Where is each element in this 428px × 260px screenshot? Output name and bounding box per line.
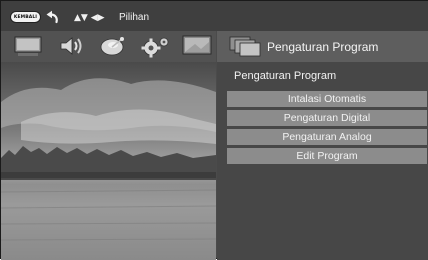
submenu-title: Pengaturan Program: [234, 70, 337, 82]
tv-preview-image: [1, 62, 216, 260]
monitor-icon[interactable]: [181, 34, 213, 58]
panel-header: Pengaturan Program: [217, 31, 428, 62]
return-arrow-icon: [46, 10, 58, 24]
speaker-icon[interactable]: [57, 34, 85, 58]
program-settings-icon: [229, 36, 261, 57]
tv-osd-screen: KEMBALI ▲▼ ◀▶ Pilihan Pengaturan Program…: [0, 0, 428, 260]
panel-title: Pengaturan Program: [267, 40, 379, 54]
satellite-dish-icon[interactable]: [98, 34, 128, 58]
back-button[interactable]: KEMBALI: [10, 11, 41, 23]
settings-gear-icon[interactable]: [140, 34, 172, 58]
navigation-arrows-icon: ▲▼ ◀▶: [74, 13, 105, 23]
menu-item-auto-install[interactable]: Intalasi Otomatis: [227, 91, 427, 107]
menu-icon-bar: [1, 31, 216, 62]
tv-icon[interactable]: [13, 34, 43, 58]
settings-menu-panel: Pengaturan Program Intalasi Otomatis Pen…: [217, 62, 428, 260]
top-bar: KEMBALI ▲▼ ◀▶ Pilihan: [1, 1, 428, 31]
select-hint-label: Pilihan: [119, 12, 150, 23]
menu-item-digital-settings[interactable]: Pengaturan Digital: [227, 110, 427, 126]
menu-item-edit-program[interactable]: Edit Program: [227, 148, 427, 164]
menu-item-analog-settings[interactable]: Pengaturan Analog: [227, 129, 427, 145]
